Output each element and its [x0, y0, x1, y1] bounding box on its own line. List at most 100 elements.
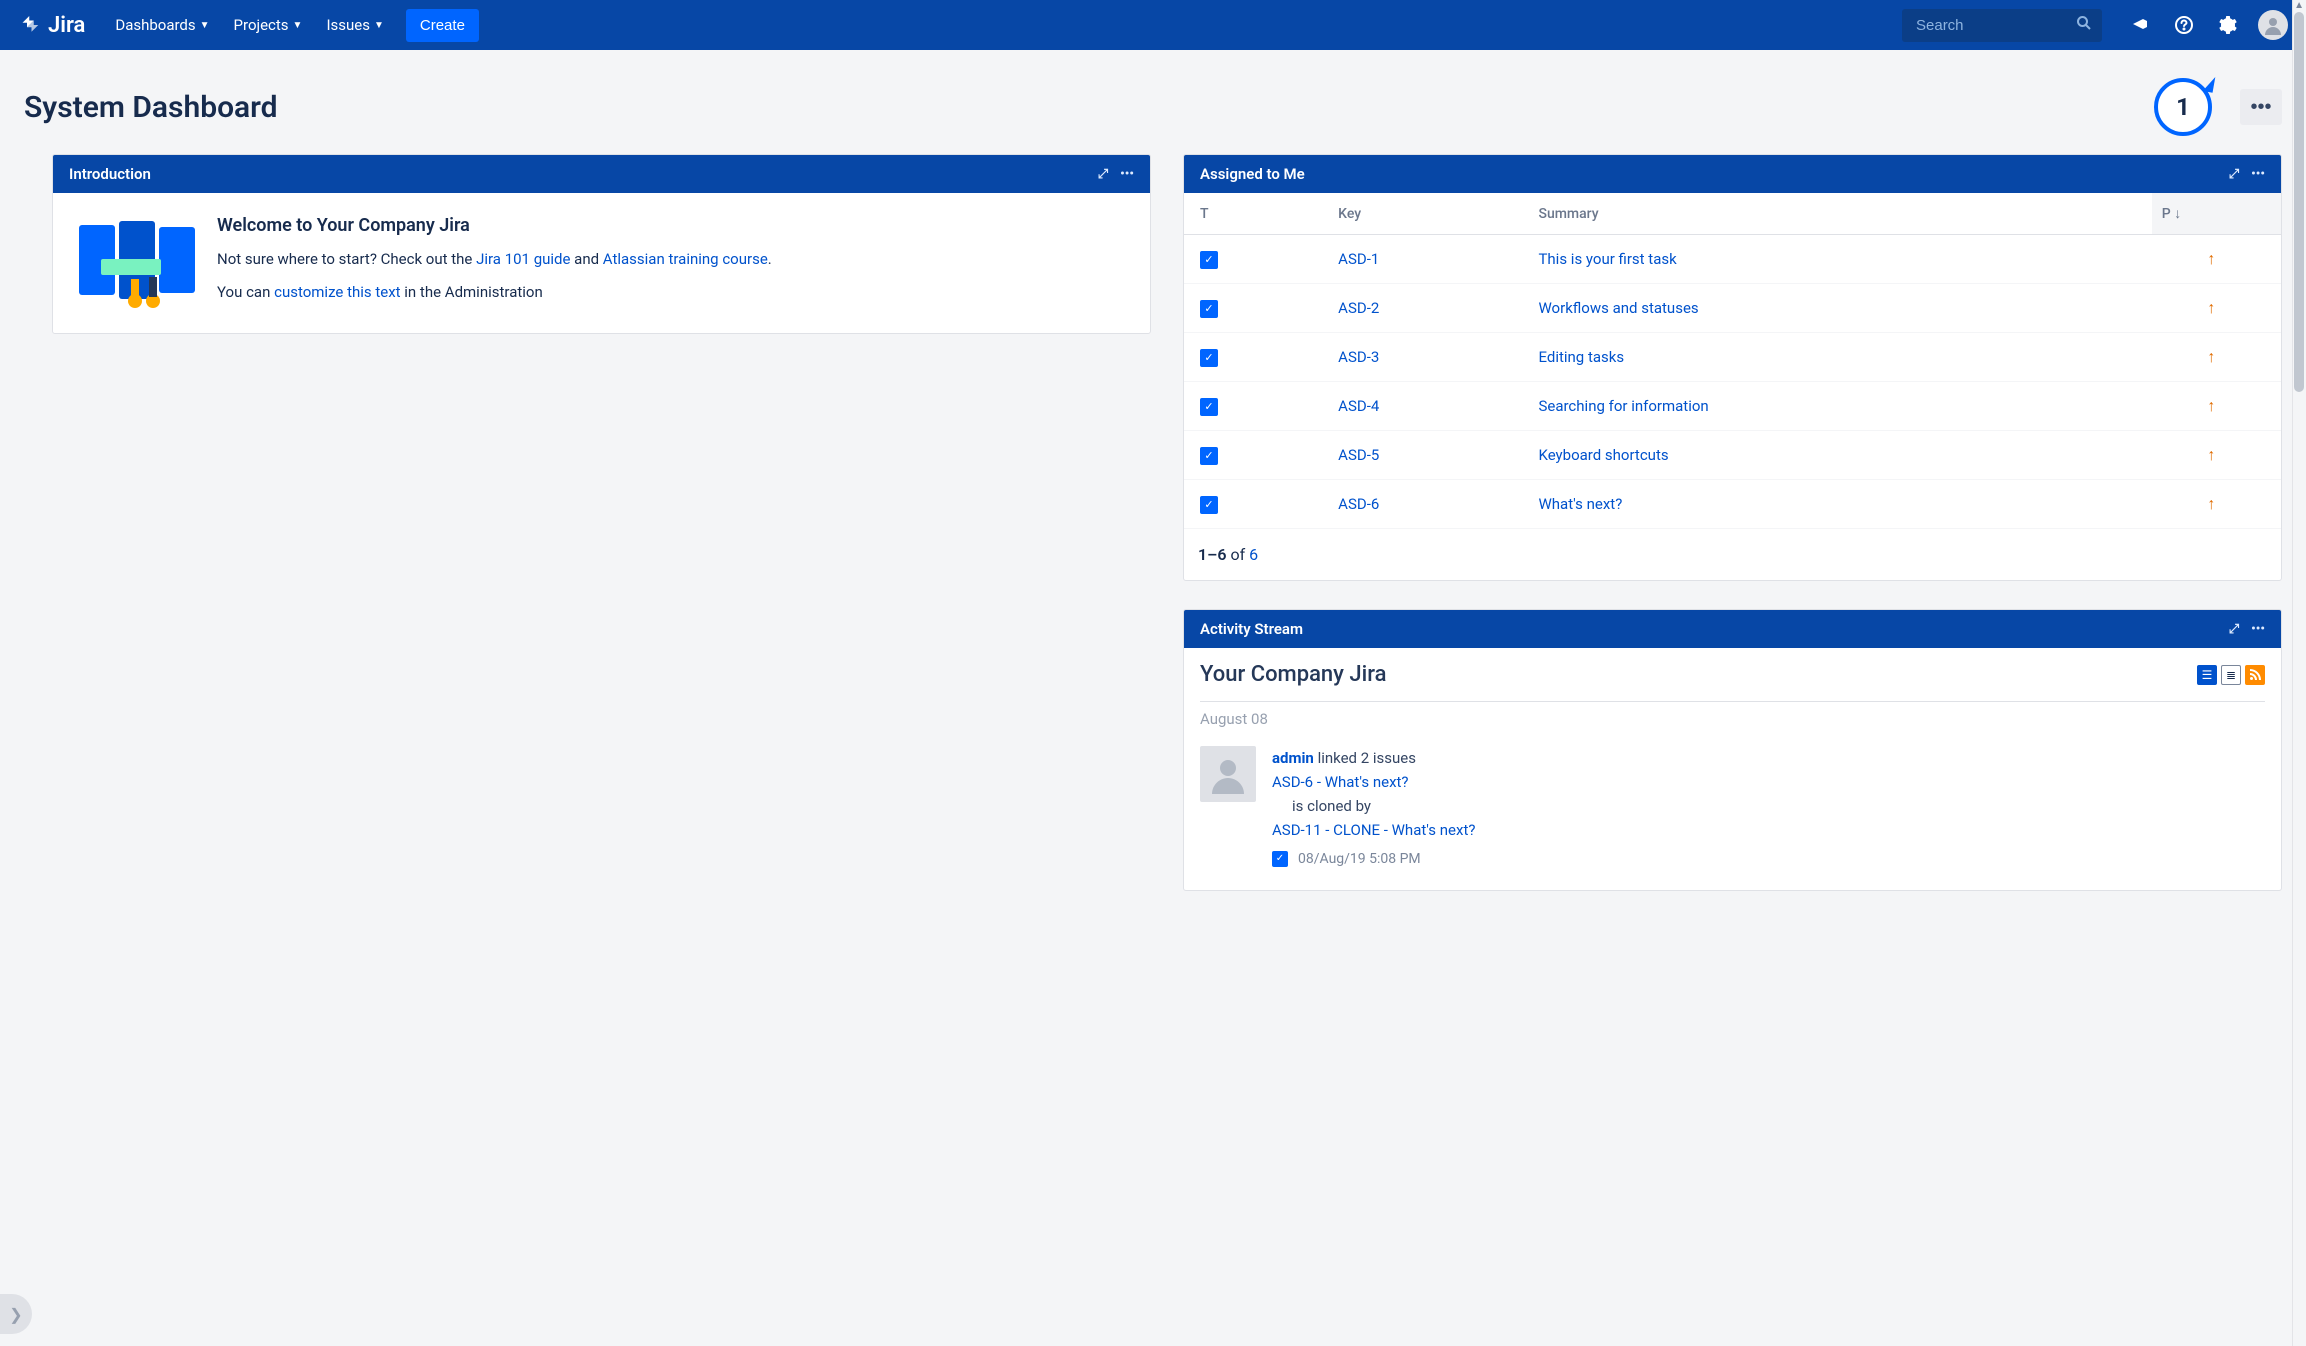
task-icon: ✓: [1200, 398, 1218, 416]
issue-key-link[interactable]: ASD-6: [1338, 495, 1379, 513]
scrollbar[interactable]: ▲: [2292, 0, 2306, 1346]
gadget-more-icon[interactable]: •••: [2251, 167, 2265, 182]
priority-medium-icon: ↑: [2207, 396, 2215, 415]
priority-medium-icon: ↑: [2207, 445, 2215, 464]
activity-relation: is cloned by: [1292, 794, 1475, 818]
task-icon: ✓: [1200, 349, 1218, 367]
pagination-range: 1–6: [1198, 545, 1226, 564]
avatar[interactable]: [2258, 10, 2288, 40]
chevron-down-icon: ▼: [374, 20, 384, 31]
task-icon: ✓: [1200, 300, 1218, 318]
activity-issue-link-1[interactable]: ASD-6 - What's next?: [1272, 773, 1409, 791]
page-header: System Dashboard 1 •••: [0, 50, 2306, 154]
table-row: ✓ ASD-4 Searching for information ↑: [1184, 382, 2281, 431]
task-icon: ✓: [1200, 447, 1218, 465]
activity-timestamp-row: ✓ 08/Aug/19 5:08 PM: [1272, 848, 1475, 870]
chevron-down-icon: ▼: [293, 20, 303, 31]
sort-down-icon: ↓: [2174, 206, 2181, 222]
activity-issue-link-2[interactable]: ASD-11 - CLONE - What's next?: [1272, 821, 1475, 839]
activity-timestamp: 08/Aug/19 5:08 PM: [1298, 848, 1421, 870]
maximize-icon[interactable]: ⤢: [1098, 167, 1108, 182]
priority-medium-icon: ↑: [2207, 249, 2215, 268]
issue-key-link[interactable]: ASD-5: [1338, 446, 1379, 464]
search-icon[interactable]: [2076, 15, 2092, 35]
issue-table: T Key Summary P ↓ ✓ ASD-1 This is your fir…: [1184, 193, 2281, 529]
issue-summary-link[interactable]: Keyboard shortcuts: [1538, 446, 1668, 464]
issue-summary-link[interactable]: This is your first task: [1538, 250, 1676, 268]
view-full-icon[interactable]: ☰: [2197, 665, 2217, 685]
gadget-introduction: Introduction ⤢ ••• Welcome to Your Compa…: [52, 154, 1151, 334]
gadget-assigned-to-me: Assigned to Me ⤢ ••• T Key Summary P ↓ ✓…: [1183, 154, 2282, 581]
gadget-header: Introduction ⤢ •••: [53, 155, 1150, 193]
col-key[interactable]: Key: [1328, 193, 1528, 235]
nav-projects-label: Projects: [234, 16, 289, 34]
gadget-header: Assigned to Me ⤢ •••: [1184, 155, 2281, 193]
col-type[interactable]: T: [1184, 193, 1328, 235]
jira-101-link[interactable]: Jira 101 guide: [476, 250, 570, 268]
table-row: ✓ ASD-1 This is your first task ↑: [1184, 235, 2281, 284]
task-icon: ✓: [1200, 496, 1218, 514]
activity-date: August 08: [1200, 701, 2265, 728]
activity-item: admin linked 2 issues ASD-6 - What's nex…: [1200, 746, 2265, 870]
issue-key-link[interactable]: ASD-4: [1338, 397, 1379, 415]
intro-line1: Not sure where to start? Check out the J…: [217, 248, 772, 271]
activity-action: linked 2 issues: [1314, 749, 1416, 767]
gadget-activity-stream: Activity Stream ⤢ ••• Your Company Jira …: [1183, 609, 2282, 891]
help-icon[interactable]: [2166, 7, 2202, 43]
nav-issues[interactable]: Issues ▼: [314, 0, 395, 50]
dashboard-col-left: Introduction ⤢ ••• Welcome to Your Compa…: [52, 154, 1151, 334]
issue-summary-link[interactable]: What's next?: [1538, 495, 1622, 513]
issue-key-link[interactable]: ASD-2: [1338, 299, 1379, 317]
search-input[interactable]: [1902, 9, 2102, 42]
issue-key-link[interactable]: ASD-3: [1338, 348, 1379, 366]
atlassian-training-link[interactable]: Atlassian training course: [603, 250, 768, 268]
activity-user-link[interactable]: admin: [1272, 749, 1314, 767]
jira-logo[interactable]: Jira: [18, 13, 85, 38]
issue-summary-link[interactable]: Editing tasks: [1538, 348, 1624, 366]
task-icon: ✓: [1272, 851, 1288, 867]
nav-issues-label: Issues: [326, 16, 370, 34]
activity-body: Your Company Jira ☰ ≣ August 08: [1184, 648, 2281, 890]
activity-title: Your Company Jira: [1200, 662, 2197, 687]
settings-icon[interactable]: [2210, 7, 2246, 43]
customize-text-link[interactable]: customize this text: [274, 283, 400, 301]
priority-medium-icon: ↑: [2207, 494, 2215, 513]
issue-summary-link[interactable]: Searching for information: [1538, 397, 1708, 415]
col-priority[interactable]: P ↓: [2152, 193, 2281, 235]
scrollbar-thumb[interactable]: [2294, 12, 2304, 392]
priority-medium-icon: ↑: [2207, 298, 2215, 317]
create-button[interactable]: Create: [406, 9, 479, 42]
activity-avatar: [1200, 746, 1256, 802]
nav-projects[interactable]: Projects ▼: [222, 0, 315, 50]
gadget-more-icon[interactable]: •••: [2251, 622, 2265, 637]
issue-summary-link[interactable]: Workflows and statuses: [1538, 299, 1698, 317]
expander-tab[interactable]: ❯: [0, 1294, 32, 1334]
view-list-icon[interactable]: ≣: [2221, 665, 2241, 685]
gadget-header: Activity Stream ⤢ •••: [1184, 610, 2281, 648]
pagination-total-link[interactable]: 6: [1249, 545, 1258, 564]
top-nav: Jira Dashboards ▼ Projects ▼ Issues ▼ Cr…: [0, 0, 2306, 50]
nav-dashboards-label: Dashboards: [115, 16, 195, 34]
task-icon: ✓: [1200, 251, 1218, 269]
feedback-icon[interactable]: [2122, 7, 2158, 43]
table-row: ✓ ASD-5 Keyboard shortcuts ↑: [1184, 431, 2281, 480]
activity-title-row: Your Company Jira ☰ ≣: [1200, 662, 2265, 687]
nav-dashboards[interactable]: Dashboards ▼: [103, 0, 221, 50]
issue-key-link[interactable]: ASD-1: [1338, 250, 1379, 268]
page-title: System Dashboard: [24, 90, 2154, 125]
view-switch: ☰ ≣: [2197, 665, 2265, 685]
dashboard-col-right: Assigned to Me ⤢ ••• T Key Summary P ↓ ✓…: [1183, 154, 2282, 891]
activity-content: admin linked 2 issues ASD-6 - What's nex…: [1272, 746, 1475, 870]
intro-heading: Welcome to Your Company Jira: [217, 215, 772, 236]
rss-icon[interactable]: [2245, 665, 2265, 685]
gadget-more-icon[interactable]: •••: [1120, 167, 1134, 182]
maximize-icon[interactable]: ⤢: [2229, 622, 2239, 637]
table-row: ✓ASD-3Editing tasks↑: [1184, 333, 2281, 382]
pagination: 1–6 of 6: [1184, 529, 2281, 580]
more-actions-button[interactable]: •••: [2240, 89, 2282, 125]
maximize-icon[interactable]: ⤢: [2229, 167, 2239, 182]
notification-badge[interactable]: 1: [2154, 78, 2212, 136]
col-summary[interactable]: Summary: [1528, 193, 2151, 235]
intro-illustration: [71, 215, 201, 315]
search-wrap: [1902, 9, 2102, 42]
